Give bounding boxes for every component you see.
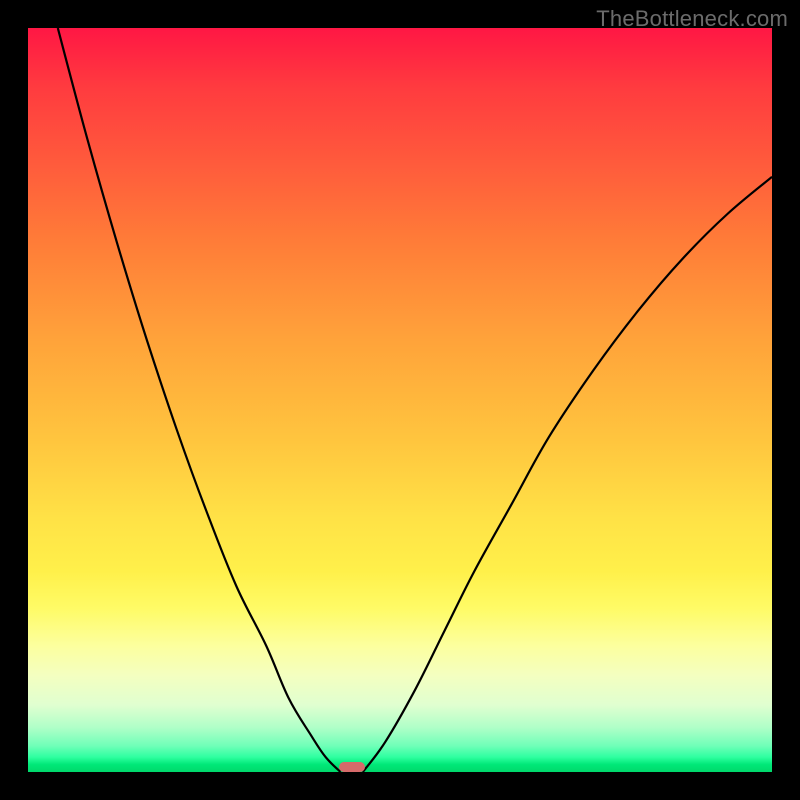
curve-right [363, 177, 772, 772]
minimum-marker [339, 762, 365, 772]
plot-area [28, 28, 772, 772]
bottleneck-curve [28, 28, 772, 772]
chart-frame [28, 28, 772, 772]
curve-left [58, 28, 341, 772]
